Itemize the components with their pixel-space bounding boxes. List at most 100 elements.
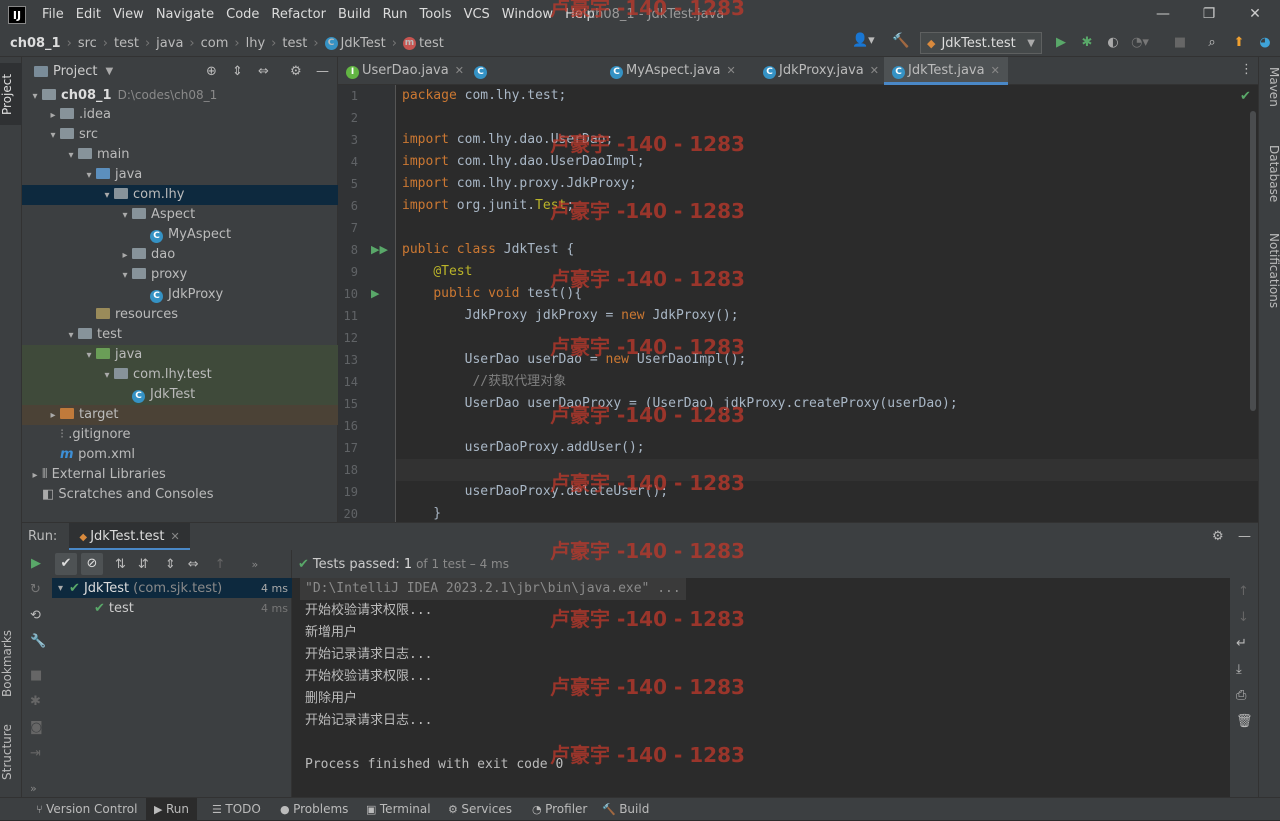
sort-duration-icon[interactable]: ⇵ [138,557,149,572]
more-tabs-icon[interactable]: ⋮ [1240,62,1253,77]
tree-item[interactable]: ▸ target [22,405,338,425]
run-icon[interactable]: ▶ [1051,33,1071,53]
update-icon[interactable]: ⬆ [1229,33,1249,53]
close-tab-icon[interactable]: ✕ [991,64,1000,77]
code-line[interactable]: public class JdkTest { [402,239,574,261]
tool-tab-project[interactable]: Project [0,63,22,125]
show-passed-icon[interactable]: ✔ [55,553,77,575]
menu-item-tools[interactable]: Tools [414,0,458,29]
tab-userdaoimpl[interactable]: CUserDaoImpl.java✕ [466,57,605,106]
trash-icon[interactable]: 🗑 [1236,714,1253,729]
down-arrow-icon[interactable]: ↓ [1238,610,1249,625]
chevron-down-icon[interactable]: ▾ [118,266,132,286]
tab-jdkproxy[interactable]: C JdkProxy.java ✕ [755,57,884,85]
profile-icon[interactable]: ◔▾ [1130,33,1150,53]
breadcrumb-item[interactable]: lhy [246,36,266,51]
run-test-gutter-icon[interactable]: ▶ [371,287,379,300]
chevron-down-icon[interactable]: ▾ [82,346,96,366]
status-tab-version-control[interactable]: ⑂ Version Control [28,798,145,821]
chevron-down-icon[interactable]: ▾ [100,186,114,206]
project-panel-title[interactable]: Project [53,64,97,79]
code-line[interactable]: import org.junit.Test; [402,195,574,217]
code-line[interactable]: import com.lhy.proxy.JdkProxy; [402,173,637,195]
test-case-row[interactable]: ✔ test 4 ms [52,598,292,618]
code-line[interactable]: JdkProxy jdkProxy = new JdkProxy(); [402,305,739,327]
chevron-down-icon[interactable]: ▼ [105,66,113,77]
console-output[interactable]: "D:\IntelliJ IDEA 2023.2.1\jbr\bin\java.… [292,578,1230,797]
locate-icon[interactable]: ⊕ [206,64,217,79]
tool-tab-database[interactable]: Database [1261,145,1280,215]
maximize-button[interactable]: ❐ [1186,0,1232,29]
tab-myaspect[interactable]: C MyAspect.java ✕ [602,57,755,85]
tree-item[interactable]: ▾ proxy [22,265,338,285]
test-suite-row[interactable]: ▾ ✔ JdkTest (com.sjk.test) 4 ms [52,578,292,598]
soft-wrap-icon[interactable]: ↵ [1236,636,1247,651]
collapse-all-icon[interactable]: ⇔ [258,64,269,79]
menu-item-view[interactable]: View [107,0,150,29]
status-tab-terminal[interactable]: ▣ Terminal [358,798,439,821]
chevron-down-icon[interactable]: ▾ [64,146,78,166]
collapse-all-icon[interactable]: ⇔ [188,557,199,572]
chevron-down-icon[interactable]: ▾ [64,326,78,346]
tree-item[interactable]: C JdkProxy [22,285,338,305]
editor-scrollbar[interactable] [1250,111,1256,411]
up-arrow-icon[interactable]: ↑ [1238,584,1249,599]
rerun-icon[interactable]: ▶ [31,556,41,571]
stop-icon[interactable]: ■ [30,668,42,683]
chevron-down-icon[interactable]: ▾ [46,126,60,146]
tool-tab-structure[interactable]: Structure [0,717,22,787]
rerun-failed-icon[interactable]: ↻ [30,582,41,597]
tree-item[interactable]: resources [22,305,338,325]
tree-item[interactable]: ▾ com.lhy.test [22,365,338,385]
status-tab-services[interactable]: ⚙ Services [440,798,520,821]
menu-item-edit[interactable]: Edit [70,0,107,29]
tree-item[interactable]: ▾ test [22,325,338,345]
breadcrumb-item[interactable]: java [156,36,183,51]
menu-item-run[interactable]: Run [377,0,414,29]
plugin-icon[interactable]: ◕ [1255,33,1275,53]
code-line[interactable]: package com.lhy.test; [402,85,566,107]
tree-item[interactable]: ▸ dao [22,245,338,265]
hide-panel-icon[interactable]: — [1238,529,1251,544]
close-tab-icon[interactable]: ✕ [870,64,879,77]
wrench-icon[interactable]: 🔧 [30,634,46,649]
code-editor[interactable]: 1 2 3 4 5 6 7 8 9 10 11 12 13 14 15 16 17 18 19 20 package … [338,85,1258,522]
coverage-icon[interactable]: ◐ [1103,33,1123,53]
breadcrumb-item[interactable]: com [201,36,229,51]
breadcrumb-item[interactable]: ch08_1 [10,36,61,51]
tree-item[interactable]: ▾ java [22,165,338,185]
chevron-right-icon[interactable]: ▸ [46,106,60,126]
build-hammer-icon[interactable]: 🔨 [892,33,909,49]
status-tab-profiler[interactable]: ◔ Profiler [524,798,595,821]
menu-item-build[interactable]: Build [332,0,377,29]
tool-tab-maven[interactable]: Maven [1261,67,1280,127]
expand-all-icon[interactable]: ⇕ [165,557,176,572]
sort-alpha-icon[interactable]: ⇅ [115,557,126,572]
tree-item[interactable]: ▾ main [22,145,338,165]
breadcrumb-item[interactable]: test [282,36,307,51]
chevron-down-icon[interactable]: ▾ [118,206,132,226]
close-tab-icon[interactable]: ✕ [726,64,735,77]
gear-icon[interactable]: ⚙ [1212,529,1224,544]
run-class-gutter-icon[interactable]: ▶▶ [371,243,388,256]
menu-item-file[interactable]: File [36,0,70,29]
search-icon[interactable]: ⌕ [1202,33,1222,53]
toggle-auto-test-icon[interactable]: ⟲ [30,608,41,623]
run-tab[interactable]: ◆ JdkTest.test ✕ [69,522,190,551]
chevron-down-icon[interactable]: ▾ [28,87,42,107]
chevron-down-icon[interactable]: ▾ [100,366,114,386]
status-tab-build[interactable]: 🔨 Build [594,798,657,821]
tree-item[interactable]: C MyAspect [22,225,338,245]
user-icon[interactable]: 👤▾ [852,33,875,48]
debug-icon[interactable]: ✱ [1077,33,1097,53]
tab-jdktest[interactable]: C JdkTest.java ✕ [884,57,1008,85]
more-icon[interactable]: » [252,558,259,571]
code-line[interactable]: //获取代理对象 [402,371,566,393]
show-ignored-icon[interactable]: ⊘ [81,553,103,575]
stop-icon[interactable]: ■ [1170,33,1190,53]
status-tab-run[interactable]: ▶ Run [146,798,197,821]
tree-item[interactable]: ▾ ch08_1 D:\codes\ch08_1 [22,85,338,105]
breadcrumb-item[interactable]: src [78,36,97,51]
tree-item[interactable]: C JdkTest [22,385,338,405]
breadcrumb-item[interactable]: test [419,36,444,51]
